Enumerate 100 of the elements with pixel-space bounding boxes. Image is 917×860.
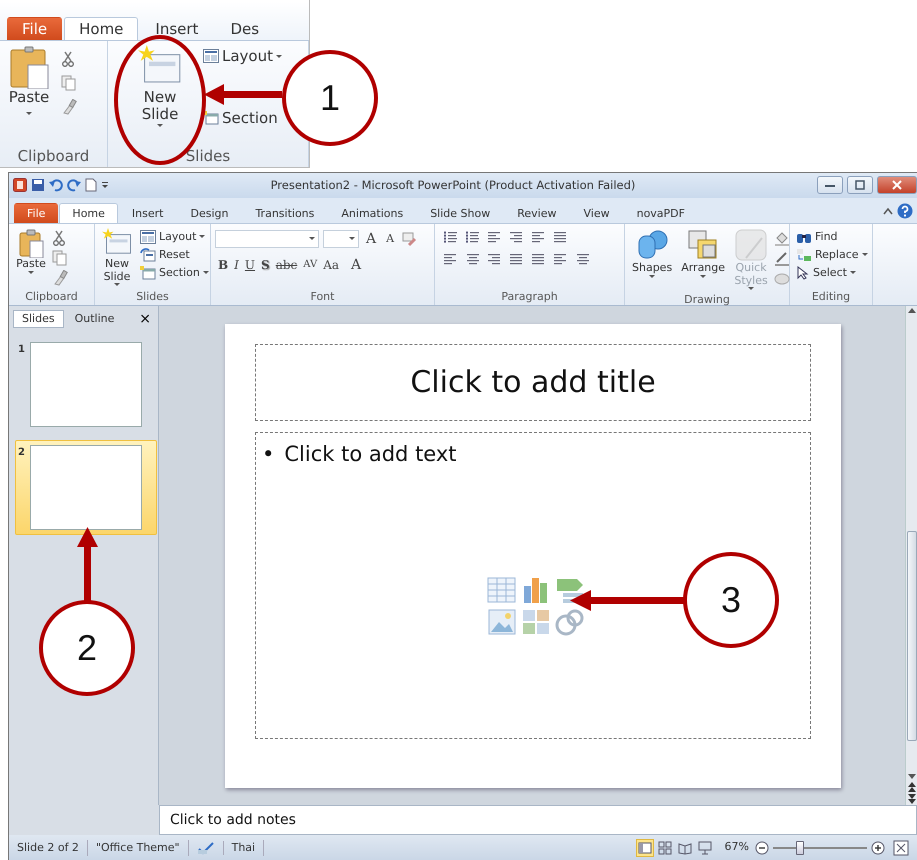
title-placeholder[interactable]: Click to add title [255,344,811,421]
arrange-button[interactable]: Arrange [678,226,728,280]
shrink-font-button[interactable]: A [383,230,398,248]
shapes-button[interactable]: Shapes [629,226,676,280]
ribbon-tab[interactable]: Insert [140,17,214,40]
format-painter-icon[interactable] [61,99,77,115]
section-icon[interactable] [203,111,219,125]
reset-button[interactable]: Reset [138,248,211,262]
zoom-in-icon[interactable] [871,840,885,854]
view-button[interactable] [636,838,654,856]
zoom-level[interactable]: 67% [724,839,749,856]
replace-icon[interactable] [796,248,812,262]
numbering-icon[interactable] [465,230,479,244]
slide-thumbnail-item[interactable]: 1 [15,336,157,432]
help-icon[interactable] [897,202,913,219]
section-button[interactable]: Section [201,109,284,127]
format-painter-icon[interactable] [52,270,68,286]
shadow-button[interactable]: S [258,256,273,274]
pane-tab[interactable]: Outline [66,310,124,328]
previous-slide-icon[interactable] [908,781,916,794]
layout-button[interactable]: Layout [138,230,211,244]
scroll-thumb[interactable] [906,530,916,741]
ribbon-tab[interactable]: Animations [328,202,416,223]
close-button[interactable] [877,176,917,194]
scroll-down-icon[interactable] [908,771,916,782]
slide-thumbnail-item[interactable]: 2 [15,440,157,535]
scissors-icon[interactable] [61,51,75,67]
change-case-button[interactable]: Aa [320,256,342,274]
ribbon-tab[interactable]: Home [59,202,118,223]
layout-button[interactable]: Layout [201,47,284,65]
undo-icon[interactable] [49,178,63,192]
paste-button[interactable]: Paste [13,226,49,276]
copy-icon[interactable] [61,75,77,91]
align-right-icon[interactable] [487,252,501,266]
slider-thumb[interactable] [796,840,804,854]
file-tab[interactable]: File [7,17,62,40]
font-color-button[interactable]: A [348,256,364,274]
font-size-field[interactable] [323,230,359,248]
ribbon-tab[interactable]: View [570,202,623,223]
fit-to-window-icon[interactable] [893,840,909,856]
strikethrough-button[interactable]: abc [272,256,300,274]
collapse-ribbon-icon[interactable] [883,206,893,215]
minimize-button[interactable] [817,176,843,194]
new-document-icon[interactable] [85,178,97,192]
increase-indent-icon[interactable] [509,230,523,244]
reset-icon[interactable] [140,248,156,262]
close-pane-button[interactable]: × [136,312,154,326]
bullets-icon[interactable] [443,230,457,244]
decrease-indent-icon[interactable] [487,230,501,244]
new-slide-button[interactable]: New Slide [99,226,135,288]
bold-button[interactable]: B [215,256,232,274]
align-left-icon[interactable] [443,252,457,266]
vertical-scrollbar[interactable] [905,306,917,806]
character-spacing-button[interactable]: AV [300,256,320,274]
view-button[interactable] [696,838,714,856]
shape-fill-icon[interactable] [774,230,790,246]
replace-button[interactable]: Replace [794,248,870,262]
distributed-icon[interactable] [531,252,545,266]
redo-icon[interactable] [67,178,81,192]
paste-button[interactable]: Paste [4,43,54,118]
columns-icon[interactable] [553,252,567,266]
layout-icon[interactable] [140,230,156,244]
grow-font-button[interactable]: A [363,230,380,248]
italic-button[interactable]: I [231,256,242,274]
font-name-field[interactable] [215,230,319,248]
ribbon-tab[interactable]: Home [64,17,138,40]
ribbon-tab[interactable]: Transitions [242,202,328,223]
center-icon[interactable] [465,252,479,266]
copy-icon[interactable] [52,250,68,266]
new-slide-button[interactable]: New Slide [122,43,198,128]
section-icon[interactable] [140,266,156,280]
ribbon-tab[interactable]: novaPDF [624,202,698,223]
ribbon-tab[interactable]: Design [177,202,242,223]
select-button[interactable]: Select [794,266,870,280]
ribbon-tab[interactable]: Insert [118,202,176,223]
shape-outline-icon[interactable] [774,250,790,266]
ribbon-tab[interactable]: Des [215,17,274,40]
align-text-icon[interactable] [575,252,589,266]
line-spacing-icon[interactable] [531,230,545,244]
pane-tab[interactable]: Slides [13,310,64,328]
restore-button[interactable] [847,176,873,194]
spelling-check-icon[interactable] [196,840,215,854]
scroll-up-icon[interactable] [908,306,916,316]
clip-art-icon[interactable] [521,608,551,636]
app-icon[interactable] [13,178,27,192]
zoom-out-icon[interactable] [755,840,769,854]
ribbon-tab[interactable]: Slide Show [417,202,504,223]
file-tab[interactable]: File [14,202,58,223]
scissors-icon[interactable] [52,230,66,246]
layout-icon[interactable] [203,49,219,63]
underline-button[interactable]: U [242,256,258,274]
view-button[interactable] [656,838,674,856]
notes-field[interactable]: Click to add notes [159,805,917,836]
save-icon[interactable] [31,178,45,192]
justify-icon[interactable] [509,252,523,266]
clear-formatting-icon[interactable] [401,230,418,247]
text-direction-icon[interactable] [553,230,567,244]
find-button[interactable]: Find [794,230,870,244]
ribbon-tab[interactable]: Review [504,202,570,223]
cursor-icon[interactable] [796,266,810,280]
